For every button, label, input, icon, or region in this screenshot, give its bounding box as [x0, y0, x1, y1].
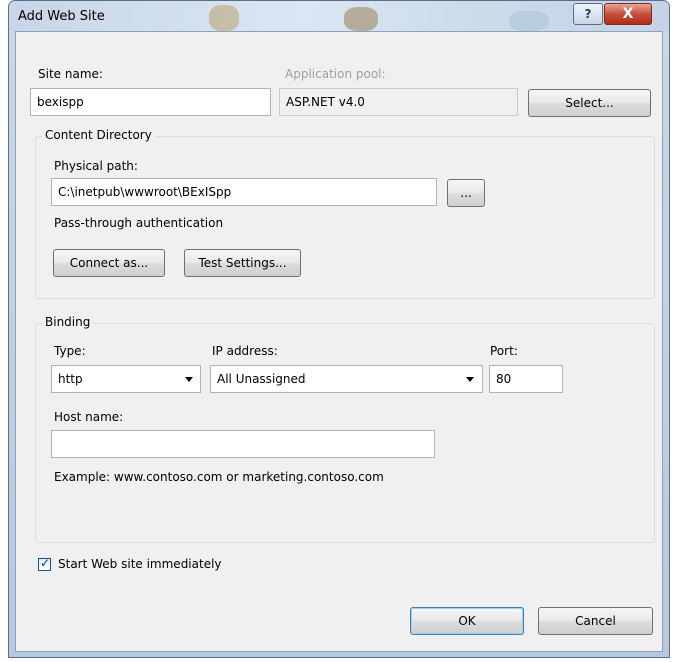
site-name-label: Site name:	[38, 67, 103, 81]
type-label: Type:	[54, 344, 86, 358]
close-icon: X	[622, 6, 634, 22]
chevron-down-icon	[466, 377, 474, 382]
test-settings-button[interactable]: Test Settings...	[184, 249, 301, 277]
app-pool-field: ASP.NET v4.0	[279, 88, 518, 116]
decoration-shape	[509, 11, 549, 31]
connect-as-button[interactable]: Connect as...	[53, 249, 165, 277]
app-pool-label: Application pool:	[285, 67, 386, 81]
decoration-shape	[209, 5, 239, 31]
help-button[interactable]: ?	[573, 3, 603, 25]
host-name-label: Host name:	[54, 410, 124, 424]
binding-title: Binding	[42, 315, 94, 329]
port-input[interactable]: 80	[489, 365, 563, 393]
site-name-input[interactable]: bexispp	[30, 88, 271, 116]
dialog-title: Add Web Site	[18, 9, 105, 24]
ip-address-label: IP address:	[212, 344, 278, 358]
title-bar[interactable]	[9, 1, 669, 31]
ip-address-select[interactable]: All Unassigned	[210, 365, 483, 393]
auth-text: Pass-through authentication	[54, 216, 224, 230]
start-immediately-checkbox[interactable]: ✓	[38, 556, 51, 571]
host-name-example: Example: www.contoso.com or marketing.co…	[54, 470, 384, 484]
chevron-down-icon	[185, 377, 193, 382]
help-icon: ?	[584, 7, 592, 21]
start-immediately-label: Start Web site immediately	[58, 557, 222, 571]
physical-path-input[interactable]: C:\inetpub\wwwroot\BExISpp	[51, 178, 437, 206]
content-directory-title: Content Directory	[42, 128, 155, 142]
decoration-shape	[344, 7, 378, 31]
port-label: Port:	[490, 344, 518, 358]
physical-path-label: Physical path:	[54, 159, 138, 173]
checkmark-icon: ✓	[40, 556, 51, 570]
type-select[interactable]: http	[51, 365, 201, 393]
select-app-pool-button[interactable]: Select...	[528, 89, 651, 117]
host-name-input[interactable]	[51, 430, 435, 458]
close-button[interactable]: X	[604, 3, 652, 25]
ok-button[interactable]: OK	[410, 607, 524, 635]
type-value: http	[58, 372, 83, 386]
cancel-button[interactable]: Cancel	[538, 607, 653, 635]
browse-button[interactable]: ...	[447, 179, 485, 207]
ip-address-value: All Unassigned	[217, 372, 306, 386]
